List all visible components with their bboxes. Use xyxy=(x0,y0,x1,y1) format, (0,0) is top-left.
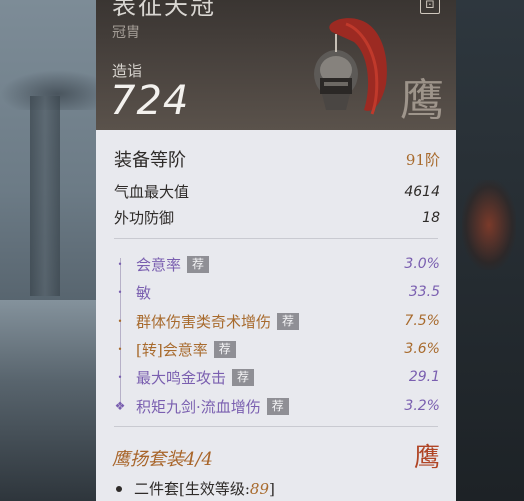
affix-row: • 最大鸣金攻击 荐 29.1 xyxy=(114,366,440,388)
affix-row: • [转]会意率 荐 3.6% xyxy=(114,338,440,360)
divider xyxy=(114,426,438,427)
affix-value: 3.2% xyxy=(404,398,440,414)
affix-bullet-icon: • xyxy=(117,287,123,297)
affix-diamond-icon: ❖ xyxy=(114,399,126,413)
affix-name: 最大鸣金攻击 xyxy=(136,368,227,387)
set-title: 鹰扬套装4/4 xyxy=(112,449,213,470)
tier-value: 91阶 xyxy=(405,150,440,169)
affix-name: 敏 xyxy=(136,283,152,302)
background-pillar xyxy=(30,96,60,296)
tier-row: 装备等阶 91阶 xyxy=(114,146,440,172)
set-bonus-line: 二件套[生效等级: 89 ] xyxy=(116,478,275,499)
set-bonus-suffix: ] xyxy=(269,479,275,498)
affix-row: ❖ 积矩九剑·流血增伤 荐 3.2% xyxy=(114,395,440,417)
affix-row: • 会意率 荐 3.0% xyxy=(114,253,440,275)
recommend-badge: 荐 xyxy=(277,312,300,330)
affix-value: 29.1 xyxy=(408,369,440,385)
set-bonus-prefix: 二件套[生效等级: xyxy=(134,480,250,498)
item-type: 冠胄 xyxy=(112,25,140,41)
background-character xyxy=(462,180,516,270)
affix-value: 7.5% xyxy=(404,313,440,329)
affix-bullet-icon: • xyxy=(117,372,123,382)
stat-row: 气血最大值 4614 xyxy=(114,181,440,202)
affix-row: • 敏 33.5 xyxy=(114,281,440,303)
affix-row: • 群体伤害类奇术增伤 荐 7.5% xyxy=(114,310,440,332)
set-bonus-level: 89 xyxy=(249,479,270,498)
affix-name: 群体伤害类奇术增伤 xyxy=(136,312,272,331)
affix-bullet-icon: • xyxy=(117,316,123,326)
recommend-badge: 荐 xyxy=(232,368,255,386)
recommend-badge: 荐 xyxy=(213,340,236,358)
stat-value: 4614 xyxy=(404,183,440,200)
stat-value: 18 xyxy=(422,209,440,226)
affix-bullet-icon: • xyxy=(117,259,123,269)
affix-bullet-icon: • xyxy=(117,344,123,354)
stat-row: 外功防御 18 xyxy=(114,207,440,228)
helmet-image xyxy=(314,18,387,115)
affix-name: [转]会意率 xyxy=(136,340,208,359)
forge-value: 724 xyxy=(110,78,190,124)
item-header: 表征天冠 冠胄 造诣 724 ⊡ 鹰 xyxy=(96,0,456,130)
recommend-badge: 荐 xyxy=(187,255,210,273)
bullet-icon xyxy=(116,485,122,492)
affix-value: 33.5 xyxy=(408,284,440,300)
affix-value: 3.6% xyxy=(404,341,440,357)
brand-mark: 鹰 xyxy=(400,75,444,126)
tier-label: 装备等阶 xyxy=(114,150,186,171)
lock-icon[interactable]: ⊡ xyxy=(420,0,440,14)
divider xyxy=(114,238,438,239)
stat-label: 外功防御 xyxy=(114,209,175,227)
recommend-badge: 荐 xyxy=(266,397,289,415)
item-name: 表征天冠 xyxy=(112,0,216,20)
affix-name: 积矩九剑·流血增伤 xyxy=(136,397,261,416)
set-emblem-icon: 鹰 xyxy=(413,443,440,473)
stat-label: 气血最大值 xyxy=(114,183,190,201)
affix-name: 会意率 xyxy=(136,255,182,274)
affix-value: 3.0% xyxy=(404,256,440,272)
